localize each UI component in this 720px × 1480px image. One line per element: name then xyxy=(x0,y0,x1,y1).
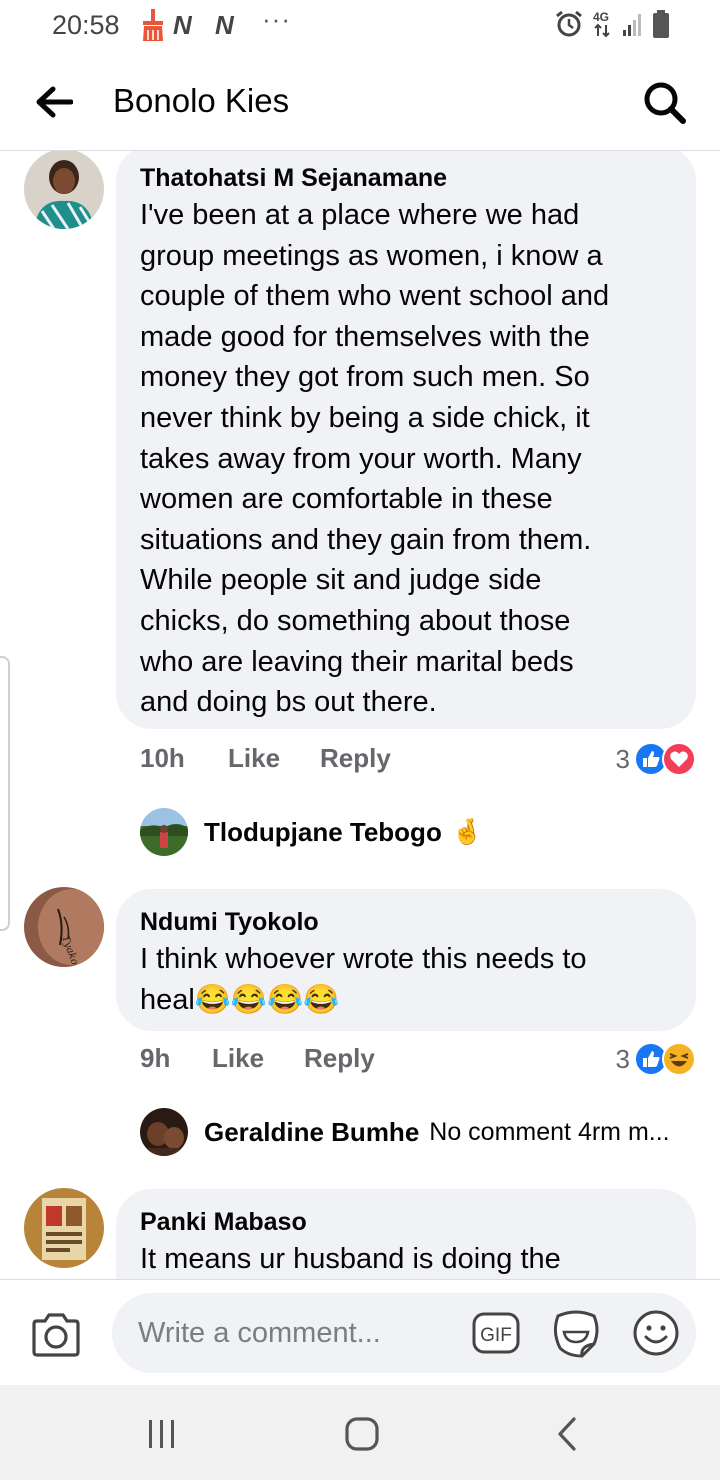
comment-author[interactable]: Panki Mabaso xyxy=(140,1205,672,1239)
status-time: 20:58 xyxy=(52,10,120,40)
comment-text-line: who are leaving their marital beds xyxy=(140,645,574,678)
reply-snippet: No comment 4rm m... xyxy=(429,1117,670,1146)
camera-button[interactable] xyxy=(30,1312,82,1358)
love-reaction-icon xyxy=(662,742,696,776)
reply-author: Geraldine Bumhe xyxy=(204,1116,420,1147)
comment-author[interactable]: Thatohatsi M Sejanamane xyxy=(140,161,672,195)
status-bar: 20:58 N N ··· 4G xyxy=(0,0,720,52)
back-icon xyxy=(558,1417,576,1451)
4g-data-icon: 4G xyxy=(592,9,614,44)
recent-apps-icon xyxy=(149,1420,174,1448)
emoji-button[interactable] xyxy=(632,1309,680,1357)
avatar[interactable] xyxy=(24,151,104,229)
comment-text-line: It means ur husband is doing the xyxy=(140,1243,561,1275)
app-header: Bonolo Kies xyxy=(0,52,720,151)
reaction-count: 3 xyxy=(615,743,630,774)
avatar xyxy=(140,808,188,856)
reply-button[interactable]: Reply xyxy=(320,743,391,774)
comment-text-line: and doing bs out there. xyxy=(140,686,437,719)
gif-label: GIF xyxy=(480,1325,512,1346)
comment-time: 10h xyxy=(140,743,185,773)
like-button[interactable]: Like xyxy=(212,1043,264,1074)
reply-preview[interactable]: Geraldine Bumhe No comment 4rm m... xyxy=(140,1107,670,1157)
comment-text-line: While people sit and judge side xyxy=(140,564,542,597)
system-back-button[interactable] xyxy=(536,1413,596,1455)
cleaner-icon xyxy=(140,8,166,47)
comment-bubble: Ndumi Tyokolo I think whoever wrote this… xyxy=(116,889,696,1031)
status-system-icons: 4G xyxy=(554,9,670,44)
reaction-summary[interactable]: 3 xyxy=(616,1039,696,1079)
nn-news-icon: N xyxy=(172,10,208,45)
comment-author[interactable]: Ndumi Tyokolo xyxy=(140,905,672,939)
haha-reaction-icon xyxy=(662,1042,696,1076)
comment-input[interactable] xyxy=(112,1293,696,1373)
svg-text:N: N xyxy=(215,10,235,40)
system-nav-bar xyxy=(0,1385,720,1480)
svg-text:N: N xyxy=(173,10,193,40)
comment-composer: GIF xyxy=(0,1279,720,1385)
like-button[interactable]: Like xyxy=(228,743,280,774)
back-button[interactable] xyxy=(34,82,74,122)
home-button[interactable] xyxy=(333,1413,393,1455)
emoji-icon xyxy=(633,1310,679,1356)
comments-list[interactable]: Thatohatsi M Sejanamane I've been at a p… xyxy=(0,151,720,1279)
gif-icon: GIF xyxy=(472,1312,520,1354)
comment-time: 9h xyxy=(140,1043,171,1073)
reply-preview[interactable]: Tlodupjane Tebogo 🤞 xyxy=(140,807,483,857)
screen: 20:58 N N ··· 4G Bonolo Kies Thatohatsi … xyxy=(0,0,720,1480)
reply-snippet: 🤞 xyxy=(451,817,483,846)
comment-text-line: money they got from such men. So xyxy=(140,361,590,394)
reaction-summary[interactable]: 3 xyxy=(616,739,696,779)
comment-text-line: situations and they gain from them. xyxy=(140,523,592,556)
home-icon xyxy=(345,1417,379,1451)
recent-apps-button[interactable] xyxy=(132,1413,192,1455)
reaction-count: 3 xyxy=(615,1043,630,1074)
network-label: 4G xyxy=(593,10,609,24)
comment-bubble: Panki Mabaso It means ur husband is doin… xyxy=(116,1189,696,1279)
signal-icon xyxy=(622,10,644,43)
arrow-left-icon xyxy=(36,86,73,118)
avatar[interactable]: Tyako xyxy=(24,887,104,967)
comment-text-line: heal😂😂😂😂 xyxy=(140,983,340,1016)
reply-author: Tlodupjane Tebogo xyxy=(204,816,442,847)
camera-icon xyxy=(32,1313,80,1357)
reply-button[interactable]: Reply xyxy=(304,1043,375,1074)
alarm-icon xyxy=(554,9,584,44)
sticker-button[interactable] xyxy=(550,1308,602,1358)
page-title: Bonolo Kies xyxy=(113,82,290,119)
comment-text-line: made good for themselves with the xyxy=(140,320,590,353)
comment-text-line: couple of them who went school and xyxy=(140,280,610,313)
comment-text-line: group meetings as women, i know a xyxy=(140,239,603,272)
nn-news-icon-2: N xyxy=(214,10,250,45)
search-icon xyxy=(644,82,686,124)
avatar[interactable] xyxy=(24,1188,104,1268)
search-button[interactable] xyxy=(642,80,688,126)
avatar xyxy=(140,1108,188,1156)
status-notification-icons: N N xyxy=(140,8,250,47)
battery-icon xyxy=(652,9,670,44)
sticker-icon xyxy=(553,1310,599,1358)
comment-text-line: never think by being a side chick, it xyxy=(140,401,590,434)
more-notifications-indicator: ··· xyxy=(262,4,291,34)
comment-text-line: women are comfortable in these xyxy=(140,483,553,516)
side-panel-handle[interactable] xyxy=(0,656,10,931)
comment-text-line: chicks, do something about those xyxy=(140,604,571,637)
gif-button[interactable]: GIF xyxy=(472,1310,520,1356)
comment-text-line: I think whoever wrote this needs to xyxy=(140,943,587,975)
comment-text-line: I've been at a place where we had xyxy=(140,199,580,231)
comment-text-line: takes away from your worth. Many xyxy=(140,442,582,475)
comment-bubble: Thatohatsi M Sejanamane I've been at a p… xyxy=(116,151,696,729)
